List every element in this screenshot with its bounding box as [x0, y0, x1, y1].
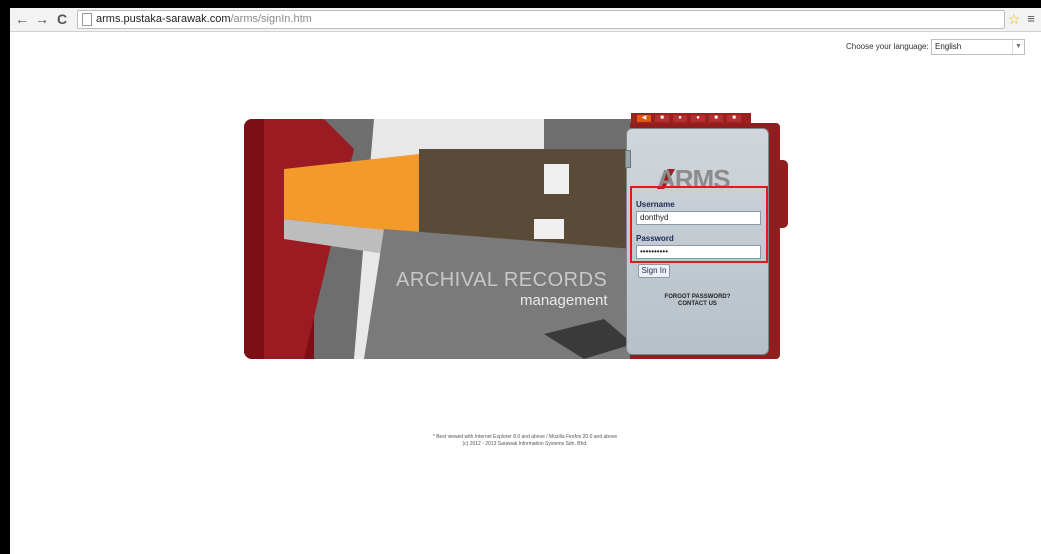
dropdown-arrow-icon: ▼: [1012, 40, 1024, 54]
signin-button[interactable]: Sign In: [638, 264, 670, 278]
tab-icon-4[interactable]: ■: [709, 115, 723, 122]
tab-icon-5[interactable]: ■: [727, 115, 741, 122]
panel-tab-strip: ◀ ■ ● ● ■ ■: [631, 113, 751, 124]
tab-icon-2[interactable]: ●: [673, 115, 687, 122]
banner-subtitle: management: [520, 292, 608, 309]
back-tab-icon[interactable]: ◀: [637, 115, 651, 122]
tab-icon-3[interactable]: ●: [691, 115, 705, 122]
screen-frame: ← → C arms.pustaka-sarawak.com/arms/sign…: [0, 0, 1041, 554]
tab-icon-1[interactable]: ■: [655, 115, 669, 122]
banner-artwork: [244, 119, 633, 359]
page-content: Choose your language: English ▼ ARCHIVAL…: [0, 0, 1041, 554]
contact-us-link[interactable]: CONTACT US: [655, 301, 740, 307]
panel-side-tab: [776, 160, 788, 228]
language-selected: English: [935, 42, 962, 51]
language-label: Choose your language:: [846, 42, 929, 51]
banner-title: ARCHIVAL RECORDS: [396, 269, 608, 291]
glove-hand: [544, 164, 569, 194]
browser-note: * Best viewed with Internet Explorer 8.0…: [432, 434, 618, 440]
archival-banner: ARCHIVAL RECORDS management: [244, 119, 633, 359]
forgot-password-link[interactable]: FORGOT PASSWORD?: [655, 294, 740, 300]
clipboard-clip: [625, 150, 631, 168]
browser-window: ← → C arms.pustaka-sarawak.com/arms/sign…: [10, 8, 1041, 554]
glove-hand-2: [534, 219, 564, 239]
highlight-box: [630, 186, 768, 263]
language-select[interactable]: English ▼: [931, 39, 1025, 55]
copyright: (c) 2012 - 2013 Sarawak Information Syst…: [462, 441, 588, 447]
